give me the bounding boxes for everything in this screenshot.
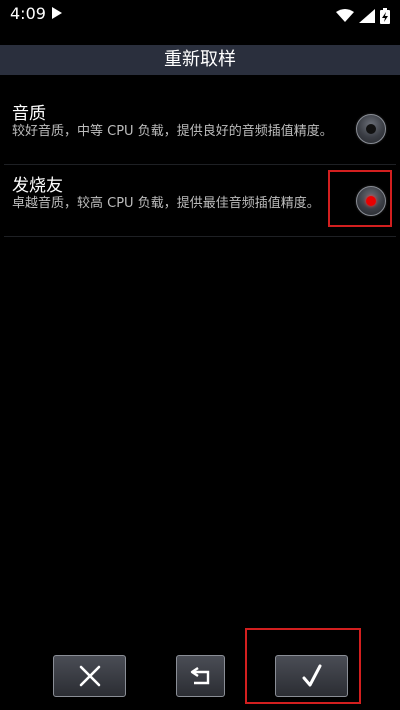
status-time: 4:09 [10,4,46,23]
status-icons [335,5,390,24]
radio-dot [366,124,376,134]
option-title: 音质 [12,104,46,124]
cancel-button[interactable] [53,655,126,697]
wifi-icon [335,8,354,22]
status-bar: 4:09 [0,0,400,28]
battery-charging-icon [380,7,390,24]
option-description: 较好音质，中等 CPU 负载，提供良好的音频插值精度。 [12,124,333,139]
option-title: 发烧友 [12,176,63,196]
highlight-box [245,628,361,704]
option-quality[interactable]: 音质 较好音质，中等 CPU 负载，提供良好的音频插值精度。 [0,93,400,163]
dialog-title: 重新取样 [0,45,400,75]
play-icon [52,7,62,19]
signal-icon [358,8,375,23]
option-description: 卓越音质，较高 CPU 负载，提供最佳音频插值精度。 [12,196,320,211]
divider [4,236,396,237]
undo-icon [190,667,209,685]
radio-button-quality[interactable] [356,114,386,144]
highlight-box [328,170,392,227]
revert-button[interactable] [176,655,225,697]
close-icon [79,665,100,687]
